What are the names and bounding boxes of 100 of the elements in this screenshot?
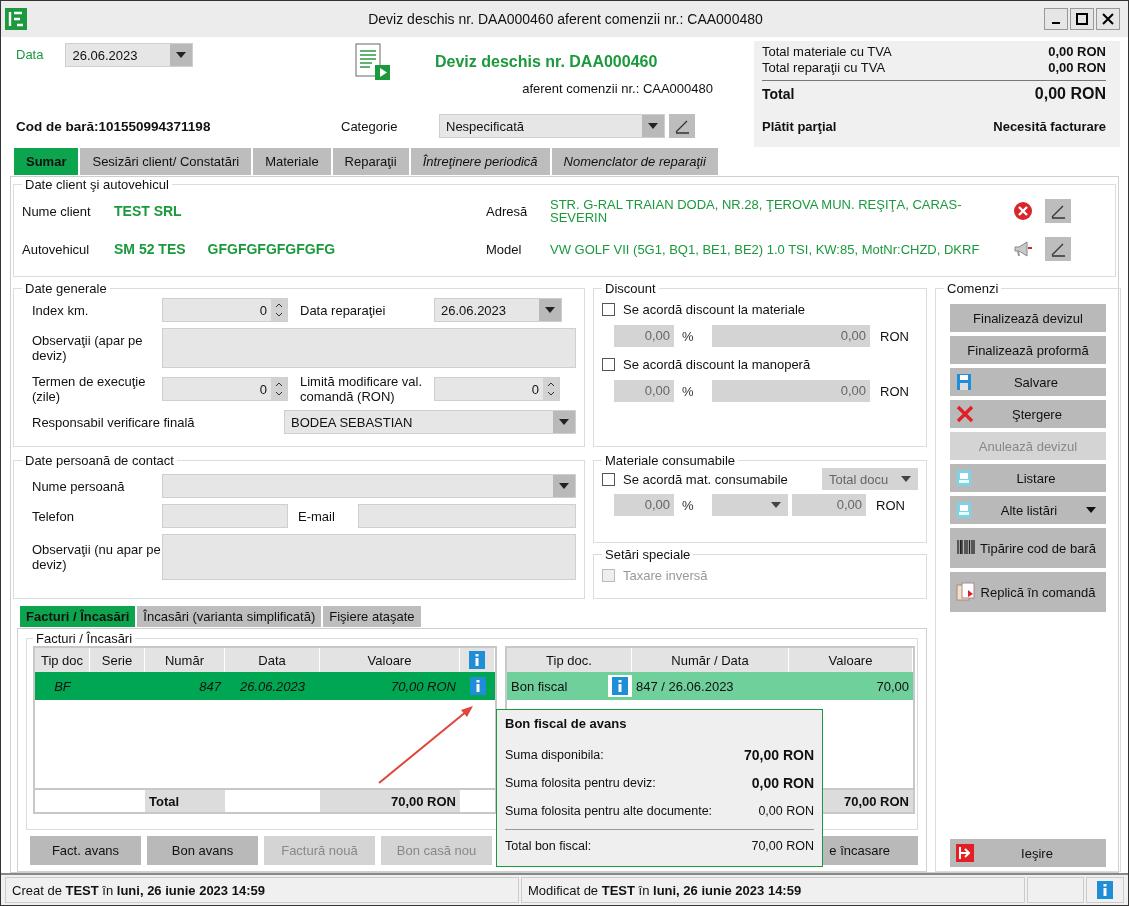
checkbox-label: Taxare inversă: [623, 568, 708, 583]
plate-number: SM 52 TES: [114, 241, 186, 257]
action-button[interactable]: Fact. avans: [30, 836, 141, 865]
total-label: Total materiale cu TVA: [762, 44, 892, 60]
field-label: Observaţii (nu apar pe deviz): [31, 542, 162, 572]
notes-field[interactable]: [162, 534, 576, 580]
category-combo[interactable]: Nespecificată: [439, 114, 665, 138]
field-label: Adresă: [486, 203, 529, 219]
minimize-button[interactable]: [1044, 8, 1068, 30]
command-button[interactable]: Replică în comandă: [950, 572, 1106, 612]
printer-icon: [956, 469, 972, 487]
maximize-icon: [1076, 13, 1088, 25]
spin-field[interactable]: 0: [434, 377, 560, 401]
tab[interactable]: Reparaţii: [331, 147, 410, 176]
notes-field[interactable]: [162, 328, 576, 368]
category-label: Categorie: [341, 118, 399, 134]
percent-field[interactable]: 0,00: [614, 494, 674, 516]
edit-button[interactable]: [1045, 237, 1071, 261]
total-value: 0,00 RON: [1048, 60, 1106, 76]
documents-icon: [956, 582, 976, 602]
delete-icon: [956, 405, 974, 423]
percent-field[interactable]: 0,00: [614, 325, 674, 347]
pen-icon: [1050, 241, 1066, 257]
popup-label: Suma folosita pentru deviz:: [505, 776, 656, 790]
amount-field[interactable]: 0,00: [712, 380, 870, 402]
percent-sign: %: [681, 497, 695, 513]
field-label: Termen de execuţie (zile): [31, 374, 147, 404]
barcode-icon: [956, 539, 976, 557]
field-label: Data reparaţiei: [299, 302, 387, 318]
close-button[interactable]: [1096, 8, 1120, 30]
table-cell-text: 847 / 26.06.2023: [635, 677, 735, 696]
table-cell-text: 26.06.2023: [238, 677, 307, 696]
close-icon: [1102, 13, 1114, 25]
command-button[interactable]: Listare: [950, 464, 1106, 492]
horn-icon[interactable]: [1013, 240, 1033, 258]
order-reference: aferent comenzii nr.: CAA000480: [522, 81, 713, 96]
amount-field[interactable]: 0,00: [712, 325, 870, 347]
caret-icon: [771, 502, 781, 508]
billing-status: Necesită facturare: [993, 119, 1106, 134]
table-cell-text: BF: [53, 677, 73, 696]
info-icon[interactable]: [469, 677, 486, 695]
checkbox[interactable]: [602, 472, 615, 486]
info-icon[interactable]: [608, 675, 632, 697]
checkbox[interactable]: [602, 303, 615, 316]
tab[interactable]: Sumar: [13, 147, 80, 176]
date-combo[interactable]: 26.06.2023: [65, 43, 194, 67]
pen-icon: [674, 118, 690, 134]
caret-icon: [176, 52, 187, 58]
currency-label: RON: [879, 328, 909, 344]
percent-field[interactable]: 0,00: [614, 380, 674, 402]
spin-field[interactable]: 0: [162, 377, 288, 401]
command-button[interactable]: Tipărire cod de bară: [950, 528, 1106, 568]
email-field[interactable]: [358, 504, 576, 528]
command-button[interactable]: Alte listări: [950, 496, 1106, 524]
remove-icon[interactable]: [1013, 201, 1033, 221]
edit-button[interactable]: [669, 114, 695, 138]
tab[interactable]: Materiale: [252, 147, 332, 176]
exit-icon: [956, 844, 974, 862]
tab[interactable]: Sesizări client/ Constatări: [79, 147, 253, 176]
caret-icon: [545, 307, 555, 313]
popup-value: 0,00 RON: [751, 775, 814, 791]
field-label: Nume client: [22, 203, 92, 219]
document-title: Deviz deschis nr. DAA000460: [435, 53, 658, 71]
window-title: Deviz deschis nr. DAA000460 aferent comenzii nr.: CAA000480: [367, 11, 764, 27]
command-button[interactable]: Ştergere: [950, 400, 1106, 428]
maximize-button[interactable]: [1070, 8, 1094, 30]
action-button[interactable]: Bon avans: [147, 836, 258, 865]
spin-field[interactable]: 0: [162, 298, 288, 322]
command-button[interactable]: Finalizează proformă: [950, 336, 1106, 364]
date-combo[interactable]: 26.06.2023: [434, 298, 562, 322]
group-title: Date generale: [24, 281, 108, 296]
tab[interactable]: Fişiere ataşate: [322, 605, 422, 628]
tab[interactable]: Nomenclator de reparaţii: [550, 147, 719, 176]
exit-button[interactable]: Ieşire: [950, 839, 1106, 867]
checkbox[interactable]: [602, 358, 615, 371]
tab[interactable]: Încasări (varianta simplificată): [136, 605, 323, 628]
total-label: Total reparaţii cu TVA: [762, 60, 886, 76]
info-icon[interactable]: [469, 651, 485, 669]
table-cell-text: 70,00 RON: [389, 677, 457, 696]
document-icon: [353, 43, 391, 81]
basis-combo[interactable]: Total docu: [822, 468, 918, 490]
inspector-combo[interactable]: BODEA SEBASTIAN: [284, 410, 576, 434]
popup-value: 70,00 RON: [751, 839, 814, 853]
tab[interactable]: Întreţinere periodică: [409, 147, 551, 176]
grand-total-label: Total: [762, 86, 795, 102]
tab[interactable]: Facturi / Încasări: [19, 605, 137, 628]
popup-label: Suma folosita pentru alte documente:: [505, 804, 713, 818]
status-cell: [1027, 877, 1084, 903]
amount-field[interactable]: 0,00: [792, 494, 866, 516]
group-title: Materiale consumabile: [604, 453, 737, 468]
caret-icon: [1086, 507, 1096, 513]
table-cell-text: 70,00: [875, 677, 910, 696]
popup-label: Total bon fiscal:: [505, 839, 592, 853]
info-icon[interactable]: [1097, 881, 1113, 899]
edit-button[interactable]: [1045, 199, 1071, 223]
command-button[interactable]: Salvare: [950, 368, 1106, 396]
command-button[interactable]: Finalizează devizul: [950, 304, 1106, 332]
percent-sign: %: [681, 328, 695, 344]
phone-field[interactable]: [162, 504, 288, 528]
group-title: Facturi / Încasări: [35, 631, 134, 646]
